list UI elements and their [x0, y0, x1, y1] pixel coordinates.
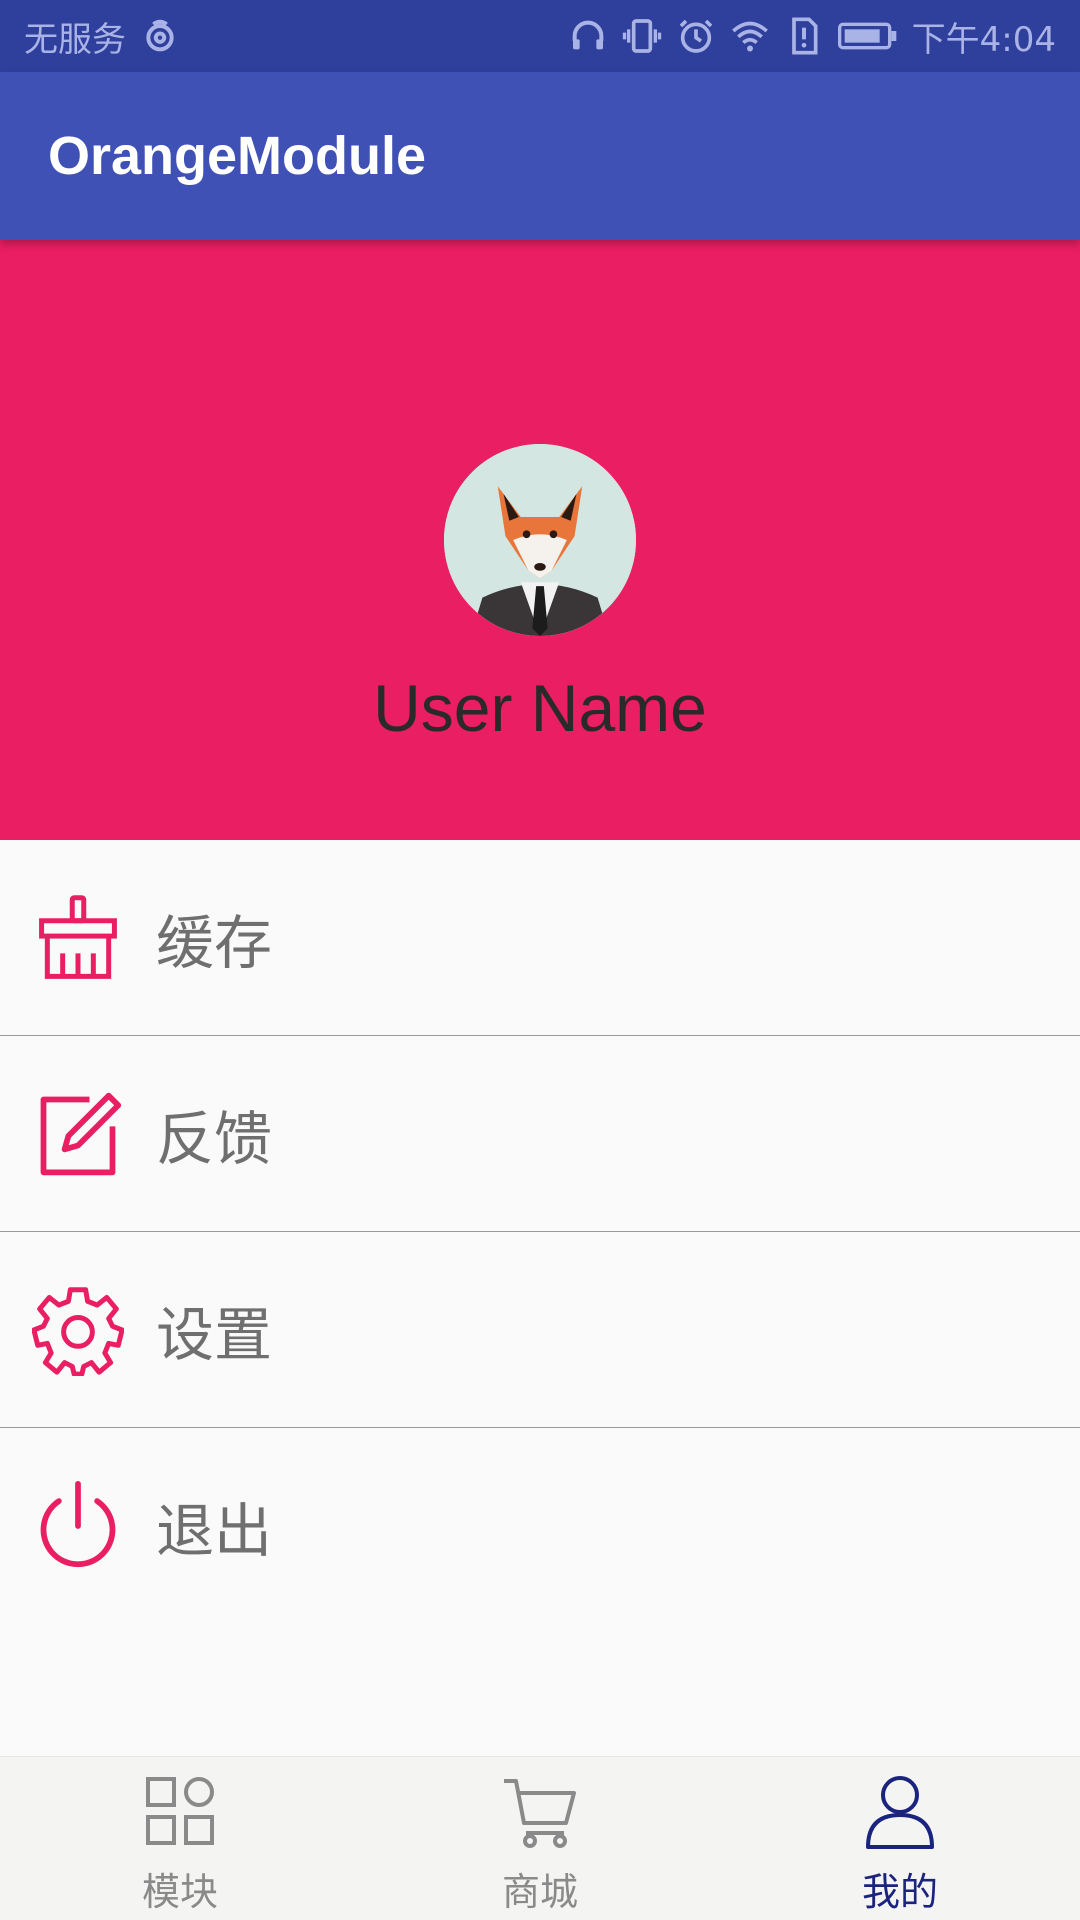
avatar[interactable]	[444, 444, 636, 636]
vibrate-icon	[622, 16, 662, 56]
carrier-label: 无服务	[24, 19, 126, 60]
power-icon	[32, 1480, 124, 1572]
battery-icon	[837, 16, 898, 56]
menu-item-logout[interactable]: 退出	[0, 1428, 1080, 1624]
menu-item-settings[interactable]: 设置	[0, 1232, 1080, 1428]
menu-label: 退出	[156, 1497, 273, 1565]
wifi-icon	[730, 16, 770, 56]
nav-item-modules[interactable]: 模块	[0, 1757, 360, 1920]
status-left: 无服务	[24, 12, 180, 61]
cart-icon	[500, 1771, 580, 1851]
profile-header: User Name	[0, 240, 1080, 840]
app-bar: OrangeModule	[0, 72, 1080, 240]
fox-avatar-icon	[444, 444, 636, 636]
user-name: User Name	[373, 671, 707, 745]
menu-item-cache[interactable]: 缓存	[0, 840, 1080, 1036]
broom-icon	[32, 892, 124, 984]
app-title: OrangeModule	[48, 126, 427, 186]
grid-icon	[140, 1771, 220, 1851]
menu-label: 反馈	[156, 1104, 273, 1173]
hotspot-icon	[140, 16, 180, 56]
nav-item-mine[interactable]: 我的	[720, 1757, 1080, 1920]
bottom-nav: 模块 商城 我的	[0, 1756, 1080, 1920]
gear-icon	[31, 1284, 125, 1377]
menu-label: 缓存	[156, 908, 273, 977]
edit-icon	[32, 1088, 124, 1180]
nav-label: 商城	[501, 1870, 578, 1914]
status-bar: 无服务 下午4:04	[0, 0, 1080, 72]
menu-label: 设置	[156, 1300, 273, 1369]
person-icon	[860, 1771, 940, 1851]
menu-item-feedback[interactable]: 反馈	[0, 1036, 1080, 1232]
sim-alert-icon	[784, 16, 824, 56]
headset-icon	[568, 16, 608, 56]
nav-label: 模块	[141, 1870, 218, 1914]
alarm-icon	[676, 16, 716, 56]
status-right: 下午4:04	[568, 12, 1056, 61]
nav-label: 我的	[861, 1870, 938, 1914]
menu-list: 缓存 反馈 设置 退出	[0, 840, 1080, 1624]
clock-time: 下午4:04	[911, 19, 1056, 60]
nav-item-store[interactable]: 商城	[360, 1757, 720, 1920]
